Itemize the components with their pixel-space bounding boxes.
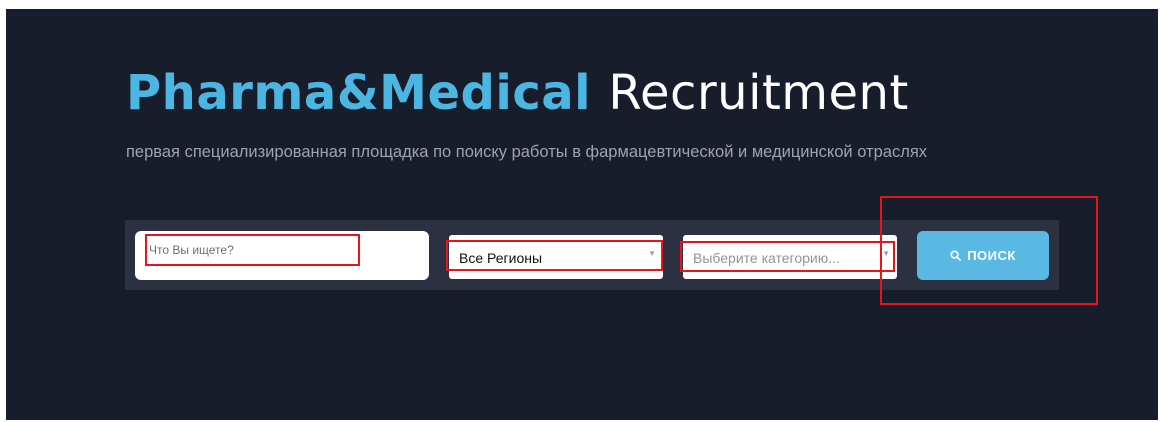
hero-section: Pharma&Medical Recruitment первая специа… xyxy=(6,9,1158,420)
search-button-label: ПОИСК xyxy=(967,248,1016,263)
search-query-field xyxy=(135,225,429,280)
chevron-down-icon: ▼ xyxy=(648,249,656,258)
page-subtitle: первая специализированная площадка по по… xyxy=(126,143,928,161)
region-select[interactable]: Все Регионы ▼ xyxy=(449,235,663,279)
title-rest: Recruitment xyxy=(608,65,909,121)
search-bar: Все Регионы ▼ Выберите категорию... ▼ ПО… xyxy=(125,220,1059,290)
category-select[interactable]: Выберите категорию... ▼ xyxy=(683,235,897,279)
title-brand: Pharma&Medical xyxy=(126,65,592,121)
region-select-value: Все Регионы xyxy=(459,250,543,266)
page-title: Pharma&Medical Recruitment xyxy=(126,63,909,123)
search-button[interactable]: ПОИСК xyxy=(917,231,1049,280)
search-query-input[interactable] xyxy=(135,225,429,274)
chevron-down-icon: ▼ xyxy=(882,249,890,258)
search-icon xyxy=(950,250,962,261)
category-select-placeholder: Выберите категорию... xyxy=(693,250,840,266)
